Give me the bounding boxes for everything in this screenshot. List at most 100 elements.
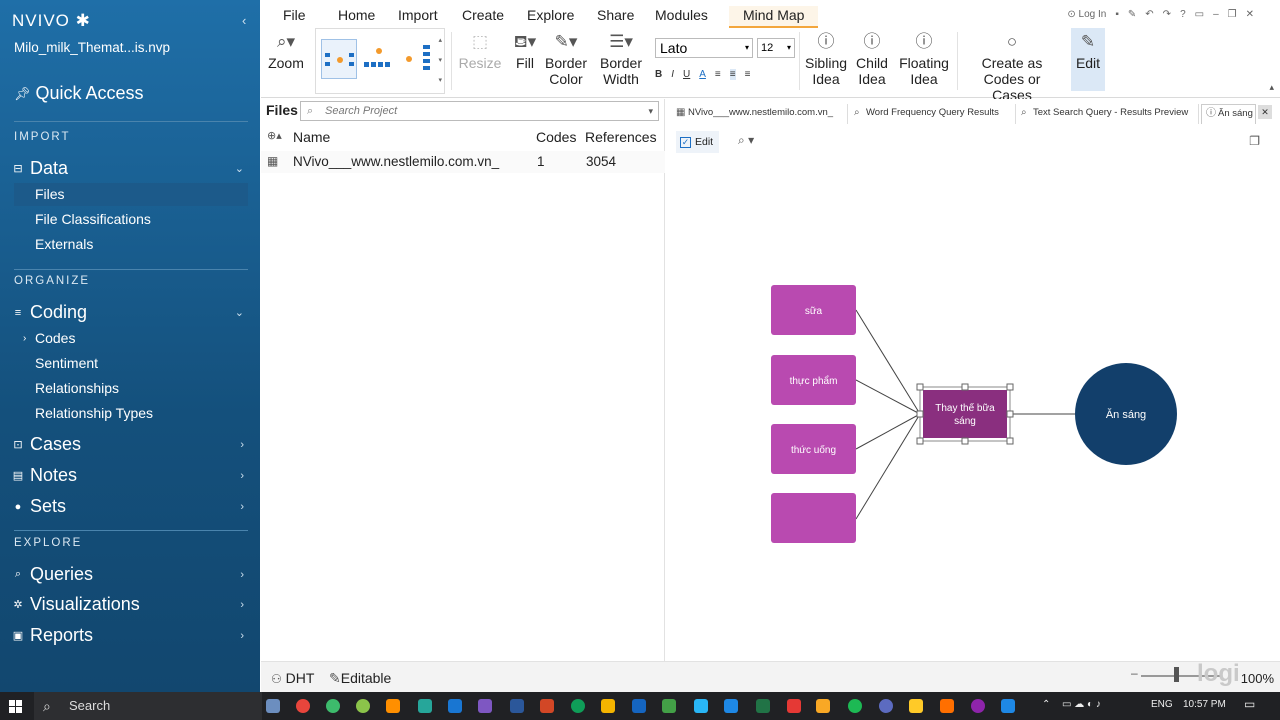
onedrive-icon[interactable] (632, 699, 646, 713)
app-icon[interactable] (816, 699, 830, 713)
root-idea[interactable]: Ăn sáng (1075, 363, 1177, 465)
resize-handle[interactable] (961, 437, 969, 445)
redo-icon[interactable]: ↷ (1163, 9, 1171, 20)
minimize-icon[interactable]: – (1213, 9, 1219, 20)
align-left-icon[interactable]: ≡ (715, 69, 721, 80)
app-icon[interactable] (694, 699, 708, 713)
app-icon[interactable] (478, 699, 492, 713)
chrome-icon[interactable] (296, 699, 310, 713)
app-icon[interactable] (356, 699, 370, 713)
taskbar-search-input[interactable]: ⌕ Search (34, 692, 262, 720)
save-icon[interactable]: ▪ (1115, 9, 1119, 20)
tab-share[interactable]: Share (597, 7, 634, 23)
language-indicator[interactable]: ENG (1151, 699, 1173, 710)
resize-handle[interactable] (1006, 437, 1014, 445)
nav-group-coding[interactable]: ≡ Coding ⌄ (12, 302, 248, 323)
tab-explore[interactable]: Explore (527, 7, 574, 23)
border-width-button[interactable]: ☰▾ Border Width (597, 31, 645, 87)
create-as-codes-button[interactable]: ○ Create as Codes or Cases (963, 31, 1061, 103)
undo-icon[interactable]: ↶ (1145, 9, 1153, 20)
column-options-icon[interactable]: ⊕▴ (267, 129, 282, 142)
file-explorer-icon[interactable] (909, 699, 923, 713)
sidebar-item-files[interactable]: Files (14, 183, 248, 206)
sidebar-item-externals[interactable]: Externals (14, 233, 248, 256)
selected-main-idea[interactable]: Thay thế bữa sáng (916, 383, 1014, 445)
vlc-icon[interactable] (940, 699, 954, 713)
edge-icon[interactable] (571, 699, 585, 713)
idea-node[interactable]: thực phẩm (771, 355, 856, 405)
nav-group-cases[interactable]: ⊡ Cases › (12, 434, 248, 455)
idea-node[interactable]: sữa (771, 285, 856, 335)
nav-group-sets[interactable]: ● Sets › (12, 496, 248, 517)
resize-button[interactable]: ⬚ Resize (457, 31, 503, 71)
italic-icon[interactable]: I (671, 69, 674, 80)
resize-handle[interactable] (961, 383, 969, 391)
sidebar-item-relationships[interactable]: Relationships (14, 377, 248, 400)
nav-group-notes[interactable]: ▤ Notes › (12, 465, 248, 486)
nav-group-visualizations[interactable]: ✲ Visualizations › (12, 594, 248, 615)
font-family-select[interactable]: Lato ▾ (655, 38, 753, 58)
zoom-button[interactable]: ⌕▾ Zoom (265, 31, 307, 71)
sidebar-item-relationship-types[interactable]: Relationship Types (14, 402, 248, 425)
tab-create[interactable]: Create (462, 7, 504, 23)
app-icon[interactable] (386, 699, 400, 713)
app-icon[interactable] (448, 699, 462, 713)
collapse-sidebar-icon[interactable]: ‹ (242, 13, 246, 28)
app-icon[interactable] (662, 699, 676, 713)
app-icon[interactable] (326, 699, 340, 713)
word-icon[interactable] (510, 699, 524, 713)
nav-group-data[interactable]: ⊟ Data ⌄ (12, 158, 248, 179)
tray-icons[interactable]: ▭ ☁ ◐ ♪ (1062, 699, 1101, 710)
chevron-down-icon[interactable]: ▾ (648, 102, 653, 120)
help-icon[interactable]: ? (1180, 9, 1186, 20)
tab-mind-map[interactable]: Mind Map (729, 6, 819, 28)
font-size-select[interactable]: 12 ▾ (757, 38, 795, 58)
restore-icon[interactable]: ❐ (1228, 9, 1237, 20)
app-icon[interactable] (266, 699, 280, 713)
mind-map-canvas[interactable]: sữa thực phẩm thức uống Thay thế bữa sán… (666, 99, 1280, 661)
sibling-idea-button[interactable]: ⓘ Sibling Idea (803, 31, 849, 87)
login-link[interactable]: ⊙ Log In (1067, 9, 1106, 20)
idea-node[interactable]: thức uống (771, 424, 856, 474)
resize-handle[interactable] (916, 383, 924, 391)
nav-group-queries[interactable]: ⌕ Queries › (12, 564, 248, 585)
resize-handle[interactable] (916, 410, 924, 418)
gallery-scroll-icon[interactable]: ▴ ▾ ▾ (438, 31, 442, 91)
resize-handle[interactable] (1006, 383, 1014, 391)
font-color-icon[interactable]: A (699, 69, 706, 80)
notification-icon[interactable]: ▭ (1244, 697, 1255, 711)
message-icon[interactable]: ▭ (1195, 9, 1204, 20)
app-icon[interactable] (601, 699, 615, 713)
fill-button[interactable]: ⛾▾ Fill (511, 31, 539, 71)
windows-start-icon[interactable] (9, 700, 22, 713)
column-header-references[interactable]: References (585, 129, 657, 145)
layout-right[interactable] (401, 39, 437, 79)
app-icon[interactable] (724, 699, 738, 713)
quick-access[interactable]: 📌︎ Quick Access (14, 83, 144, 104)
align-center-icon[interactable]: ≡ (729, 69, 736, 80)
sidebar-item-file-classifications[interactable]: File Classifications (14, 208, 248, 231)
border-color-button[interactable]: ✎▾ Border Color (543, 31, 589, 87)
sidebar-item-sentiment[interactable]: Sentiment (14, 352, 248, 375)
floating-idea-button[interactable]: ⓘ Floating Idea (897, 31, 951, 87)
edit-mode-button[interactable]: ✎ Edit (1071, 28, 1105, 91)
app-icon[interactable] (879, 699, 893, 713)
bold-icon[interactable]: B (655, 69, 662, 80)
resize-handle[interactable] (916, 437, 924, 445)
excel-icon[interactable] (756, 699, 770, 713)
nav-group-reports[interactable]: ▣ Reports › (12, 625, 248, 646)
powerpoint-icon[interactable] (540, 699, 554, 713)
tab-import[interactable]: Import (398, 7, 438, 23)
search-input[interactable]: ⌕ Search Project ▾ (300, 101, 659, 121)
underline-icon[interactable]: U (683, 69, 690, 80)
app-icon[interactable] (418, 699, 432, 713)
zoom-out-icon[interactable]: – (1131, 666, 1138, 680)
youtube-icon[interactable] (787, 699, 801, 713)
idea-node[interactable] (771, 493, 856, 543)
sidebar-item-codes[interactable]: › Codes (14, 327, 248, 350)
tray-chevron-icon[interactable]: ⌃ (1042, 699, 1050, 710)
tab-modules[interactable]: Modules (655, 7, 708, 23)
column-header-codes[interactable]: Codes (536, 129, 576, 145)
close-icon[interactable]: ✕ (1246, 9, 1254, 20)
align-right-icon[interactable]: ≡ (745, 69, 751, 80)
